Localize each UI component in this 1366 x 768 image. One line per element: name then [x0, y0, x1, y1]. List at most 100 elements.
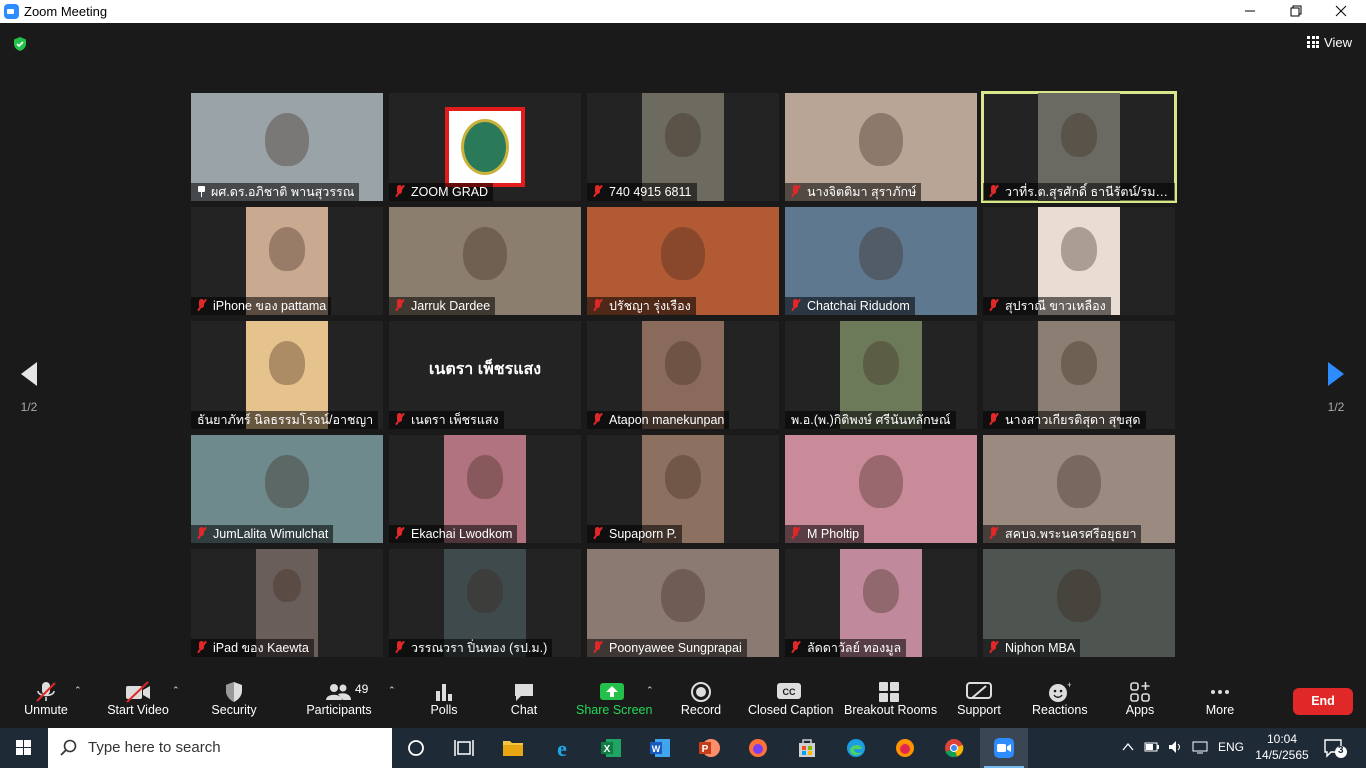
participant-name: Supaporn P. — [609, 527, 677, 541]
zoom-app-icon — [994, 738, 1014, 758]
participant-tile[interactable]: วรรณวรา ปิ่นทอง (รป.ม.) — [389, 549, 581, 657]
chevron-up-icon[interactable] — [1122, 742, 1134, 752]
participant-tile[interactable]: Atapon manekunpan — [587, 321, 779, 429]
cortana-button[interactable] — [392, 728, 440, 768]
unmute-button[interactable]: Unmute — [20, 675, 72, 728]
participant-tile[interactable]: สคบจ.พระนครศรีอยุธยา — [983, 435, 1175, 543]
taskbar-firefox[interactable] — [881, 728, 929, 768]
taskbar-internet-explorer[interactable]: e — [538, 728, 586, 768]
restore-button[interactable] — [1273, 0, 1319, 23]
taskbar-edge[interactable] — [832, 728, 880, 768]
participant-name: Poonyawee Sungprapai — [609, 641, 742, 655]
taskbar-powerpoint[interactable]: P — [685, 728, 733, 768]
participant-tile[interactable]: ผศ.ดร.อภิชาติ พานสุวรรณ — [191, 93, 383, 201]
input-language[interactable]: ENG — [1218, 740, 1244, 754]
mic-muted-icon — [989, 641, 999, 653]
encryption-shield-icon[interactable] — [12, 36, 28, 52]
mic-muted-icon — [395, 413, 405, 425]
participant-name: เนตรา เพ็ชรแสง — [411, 413, 499, 427]
participant-tile[interactable]: นางสาวเกียรติสุดา สุขสุด — [983, 321, 1175, 429]
svg-text:CC: CC — [783, 687, 796, 697]
participant-tile[interactable]: วาที่ร.ต.สุรศักดิ์ ธานีรัตน์/รม.อา... — [981, 91, 1177, 203]
mic-muted-icon — [791, 527, 801, 539]
participant-tile[interactable]: นางจิตติมา สุราภักษ์ — [785, 93, 977, 201]
mic-muted-icon — [791, 299, 801, 311]
participant-name: วรรณวรา ปิ่นทอง (รป.ม.) — [411, 641, 548, 655]
page-indicator-left: 1/2 — [20, 400, 38, 414]
action-center-button[interactable]: 3 — [1322, 737, 1348, 759]
participant-name: 740 4915 6811 — [609, 185, 692, 199]
internet-explorer-icon: e — [557, 737, 567, 759]
participant-name-label: Chatchai Ridudom — [785, 297, 915, 315]
breakout-rooms-button[interactable]: Breakout Rooms — [844, 675, 937, 728]
svg-text:+: + — [1067, 681, 1071, 690]
previous-page-button[interactable]: 1/2 — [14, 361, 44, 414]
person-silhouette — [859, 455, 903, 508]
taskbar-chrome[interactable] — [930, 728, 978, 768]
participants-options-caret[interactable]: ⌃ — [388, 685, 396, 696]
end-meeting-button[interactable]: End — [1293, 688, 1353, 715]
mic-muted-icon — [989, 527, 999, 539]
taskbar-firefox-dev[interactable] — [734, 728, 782, 768]
apps-button[interactable]: Apps — [1117, 675, 1163, 728]
participant-tile[interactable]: 740 4915 6811 — [587, 93, 779, 201]
participant-name-label: วรรณวรา ปิ่นทอง (รป.ม.) — [389, 639, 553, 657]
closed-caption-button[interactable]: CC Closed Caption — [748, 675, 833, 728]
taskbar-clock[interactable]: 10:04 14/5/2565 — [1250, 731, 1314, 763]
taskbar-search-box[interactable]: Type here to search — [48, 728, 392, 768]
participant-tile[interactable]: Chatchai Ridudom — [785, 207, 977, 315]
participant-tile[interactable]: Jarruk Dardee — [389, 207, 581, 315]
participant-tile[interactable]: iPhone ของ pattama — [191, 207, 383, 315]
task-view-button[interactable] — [440, 728, 488, 768]
start-video-button[interactable]: Start Video — [106, 675, 170, 728]
taskbar-excel[interactable]: X — [587, 728, 635, 768]
participant-name: ลัดดาวัลย์ ทองมูล — [807, 641, 902, 655]
next-page-button[interactable]: 1/2 — [1321, 361, 1351, 414]
participant-tile[interactable]: Poonyawee Sungprapai — [587, 549, 779, 657]
speaker-icon[interactable] — [1168, 740, 1184, 754]
taskbar-store[interactable] — [783, 728, 831, 768]
mic-muted-icon — [593, 527, 603, 539]
reactions-button[interactable]: + Reactions — [1032, 675, 1088, 728]
participant-tile[interactable]: ธันยาภัทร์ นิลธรรมโรจน์/อาชญา — [191, 321, 383, 429]
taskbar-zoom[interactable] — [980, 728, 1028, 768]
taskbar-word[interactable]: W — [636, 728, 684, 768]
participant-tile[interactable]: ลัดดาวัลย์ ทองมูล — [785, 549, 977, 657]
participant-tile[interactable]: ZOOM GRAD — [389, 93, 581, 201]
close-button[interactable] — [1318, 0, 1364, 23]
share-options-caret[interactable]: ⌃ — [646, 685, 654, 696]
polls-button[interactable]: Polls — [421, 675, 467, 728]
participant-tile[interactable]: iPad ของ Kaewta — [191, 549, 383, 657]
support-button[interactable]: Support — [955, 675, 1003, 728]
network-icon[interactable] — [1192, 740, 1210, 754]
participant-tile[interactable]: JumLalita Wimulchat — [191, 435, 383, 543]
audio-options-caret[interactable]: ⌃ — [74, 685, 82, 696]
participant-name-label: สุปราณี ขาวเหลือง — [983, 297, 1111, 315]
person-silhouette — [273, 569, 301, 603]
participant-tile[interactable]: Ekachai Lwodkom — [389, 435, 581, 543]
security-button[interactable]: Security — [208, 675, 260, 728]
participant-tile[interactable]: Niphon MBA — [983, 549, 1175, 657]
person-silhouette — [1057, 455, 1101, 508]
video-options-caret[interactable]: ⌃ — [172, 685, 180, 696]
participant-tile[interactable]: พ.อ.(พ.)กิติพงษ์ ศรีนันทลักษณ์ — [785, 321, 977, 429]
participant-tile[interactable]: สุปราณี ขาวเหลือง — [983, 207, 1175, 315]
chat-button[interactable]: Chat — [501, 675, 547, 728]
participants-button[interactable]: 49 Participants — [306, 675, 372, 728]
participant-tile[interactable]: เนตรา เพ็ชรแสง เนตรา เพ็ชรแสง — [389, 321, 581, 429]
record-button[interactable]: Record — [678, 675, 724, 728]
participant-tile[interactable]: ปรัชญา รุ่งเรือง — [587, 207, 779, 315]
person-silhouette — [1060, 227, 1098, 272]
taskbar-file-explorer[interactable] — [489, 728, 537, 768]
participant-tile[interactable]: Supaporn P. — [587, 435, 779, 543]
battery-icon[interactable] — [1144, 740, 1160, 754]
more-button[interactable]: More — [1197, 675, 1243, 728]
share-screen-button[interactable]: Share Screen — [576, 675, 652, 728]
mic-muted-icon — [395, 299, 405, 311]
minimize-button[interactable] — [1227, 0, 1273, 23]
start-button[interactable] — [0, 728, 48, 768]
participant-tile[interactable]: M Pholtip — [785, 435, 977, 543]
participant-name: ธันยาภัทร์ นิลธรรมโรจน์/อาชญา — [197, 413, 374, 427]
notification-icon — [1324, 739, 1347, 758]
view-button[interactable]: View — [1307, 35, 1352, 50]
